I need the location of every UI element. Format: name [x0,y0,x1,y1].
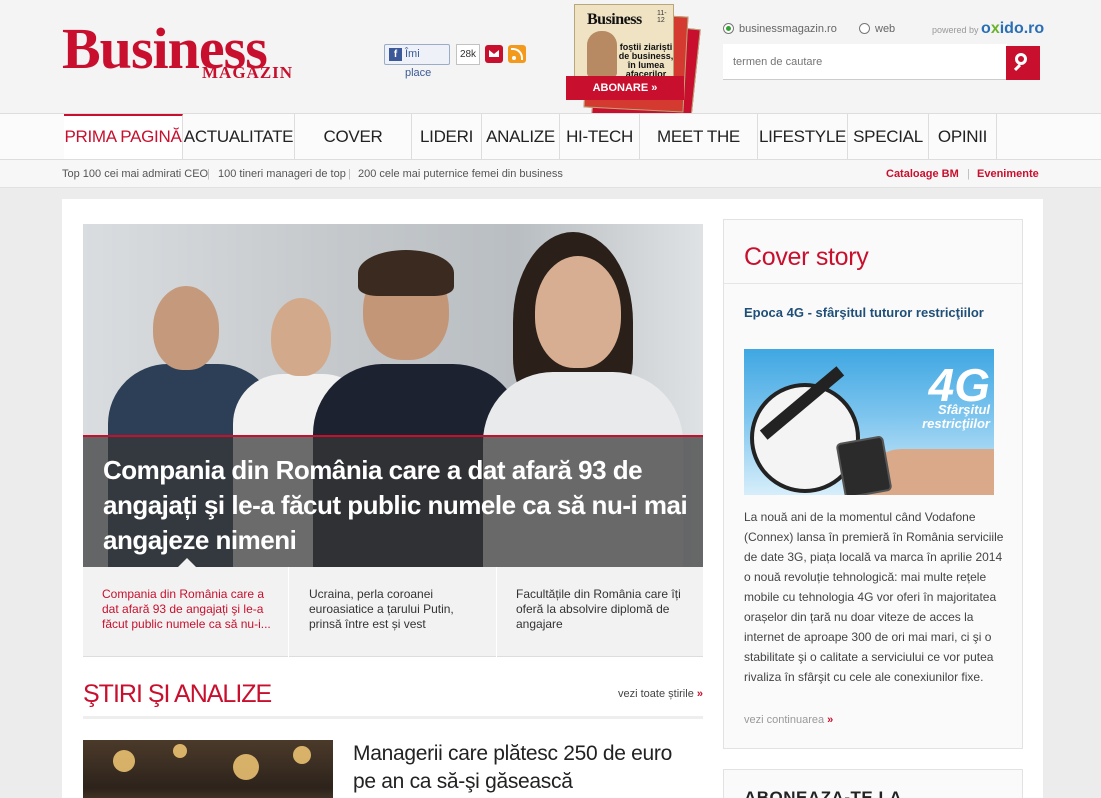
radio-unselected-icon [859,23,870,34]
site-logo[interactable]: Business MAGAZIN [62,20,352,82]
hero-slider[interactable]: Compania din România care a dat afară 93… [83,224,703,567]
search-scope-site[interactable]: businessmagazin.ro [723,22,837,36]
nav-item-prima-pagina[interactable]: PRIMA PAGINĂ [64,114,183,159]
story-title[interactable]: Managerii care plătesc 250 de euro pe an… [353,740,693,796]
subnav-link-femei-business[interactable]: 200 cele mai puternice femei din busines… [358,160,563,188]
nav-item-opinii[interactable]: OPINII [929,114,997,159]
facebook-like-button[interactable]: f Îmi place [384,44,450,79]
cover-story-header: Cover story [724,220,1022,284]
subscription-promo[interactable]: Business 11-12 foștii ziariști de busine… [566,2,701,125]
see-all-news-label: vezi toate știrile [618,688,694,700]
search-icon [1015,53,1027,65]
thumbnail-bokeh [233,754,259,780]
subnav-link-evenimente[interactable]: Evenimente [977,160,1039,188]
magazine-cover-title: Business [587,11,642,28]
nav-item-special[interactable]: SPECIAL [848,114,929,159]
search-scope-site-label: businessmagazin.ro [739,23,837,35]
section-divider [83,716,703,719]
see-all-news-link[interactable]: vezi toate știrile » [618,688,703,700]
cover-story-article-title[interactable]: Epoca 4G - sfârşitul tuturor restricţiil… [744,304,1014,322]
subnav-link-tineri-manageri[interactable]: 100 tineri manageri de top [218,160,346,188]
hero-tab-1[interactable]: Compania din România care a dat afară 93… [83,567,289,657]
hero-photo-person [535,256,621,368]
logo-subtitle: MAGAZIN [202,63,294,82]
newsletter-box: ABONEAZA-TE LA NEWSLETTER [723,769,1023,798]
nav-item-analize[interactable]: ANALIZE [482,114,560,159]
hero-tab-2[interactable]: Ucraina, perla coroanei euroasiatice a ț… [290,567,497,657]
magazine-cover-headline: foștii ziariști de business, în lumea af… [618,42,674,79]
search-input[interactable] [723,44,1003,80]
read-more-label: vezi continuarea [744,714,825,726]
story-thumbnail[interactable] [83,740,333,798]
cover-story-box: Cover story Epoca 4G - sfârşitul tuturor… [723,219,1023,749]
newsletter-title[interactable]: ABONEAZA-TE LA NEWSLETTER [744,788,1022,798]
nav-item-hi-tech[interactable]: HI-TECH [560,114,640,159]
search-scope-web[interactable]: web [859,22,895,36]
radio-selected-icon [723,23,734,34]
subnav-separator: | [348,168,351,180]
hero-photo-person [358,250,454,296]
search-box [723,44,1007,80]
facebook-like-count: 28k [456,44,480,65]
oxido-logo-part: ido.ro [999,20,1045,37]
facebook-like-label: Îmi place [405,48,432,79]
cover-story-body: La nouă ani de la momentul când Vodafone… [744,510,1004,684]
nav-item-lideri[interactable]: LIDERI [412,114,482,159]
powered-by-badge[interactable]: powered by oxido.ro [932,20,1044,39]
news-section-title[interactable]: ŞTIRI ŞI ANALIZE [83,677,272,711]
nav-item-lifestyle[interactable]: LIFESTYLE [758,114,848,159]
hero-tab-3[interactable]: Facultățile din România care îți oferă l… [497,567,703,657]
nav-item-cover-story[interactable]: COVER STORY [295,114,412,191]
powered-by-label: powered by [932,25,979,35]
subscribe-button[interactable]: ABONARE » [566,76,684,100]
arrow-right-icon: » [696,688,703,700]
image-subtitle-text: Sfârşitul restricţiilor [922,402,990,431]
hero-caption[interactable]: Compania din România care a dat afară 93… [83,435,703,567]
magazine-cover-issue: 11-12 [657,10,667,24]
main-nav: PRIMA PAGINĂ ACTUALITATE COVER STORY LID… [0,113,1101,191]
hero-photo-person [153,286,219,370]
thumbnail-bokeh [173,744,187,758]
search-button[interactable] [1006,46,1040,80]
site-header: Business MAGAZIN f Îmi place 28k Busines… [0,0,1101,125]
thumbnail-bokeh [293,746,311,764]
search-icon-handle [1013,63,1022,72]
cover-story-title[interactable]: Cover story [744,242,869,272]
sub-nav: Top 100 cei mai admirati CEO | 100 tiner… [0,160,1101,188]
oxido-logo: oxido.ro [981,20,1044,37]
nav-item-actualitate[interactable]: ACTUALITATE [183,114,295,159]
cover-story-image[interactable]: 4G Sfârşitul restricţiilor [744,349,994,495]
hero-title[interactable]: Compania din România care a dat afară 93… [103,453,693,558]
nav-item-meet-the-ceo[interactable]: MEET THE CEO [640,114,758,191]
oxido-logo-part: o [981,20,991,37]
hero-active-pointer [178,558,196,567]
subnav-link-cataloage[interactable]: Cataloage BM [886,160,959,188]
subnav-separator: | [207,168,210,180]
thumbnail-bokeh [113,750,135,772]
subnav-link-top-ceo[interactable]: Top 100 cei mai admirati CEO [62,160,208,188]
rss-icon[interactable] [508,45,526,63]
hero-photo-person [271,298,331,376]
oxido-logo-x: x [990,20,1000,37]
email-icon[interactable] [485,45,503,63]
cover-story-read-more[interactable]: vezi continuarea » [744,714,833,726]
search-scope-web-label: web [875,23,896,35]
hero-tabs: Compania din România care a dat afară 93… [83,567,703,657]
facebook-icon: f [389,48,402,61]
image-4g-text: 4G [928,359,990,411]
smartphone-icon [835,435,893,495]
arrow-right-icon: » [827,714,834,726]
subnav-separator: | [967,168,970,180]
magazine-cover-photo [587,31,617,77]
